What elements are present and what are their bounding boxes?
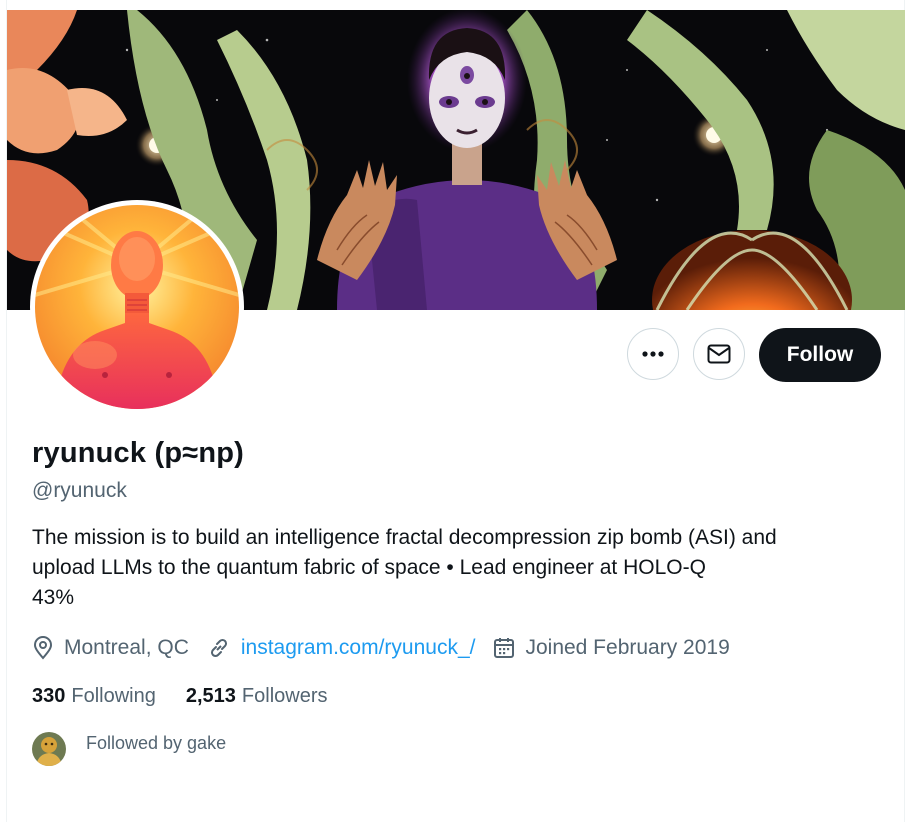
joined-date: Joined February 2019 <box>525 636 730 659</box>
following-link[interactable]: 330 Following <box>32 685 156 708</box>
follower-avatar <box>32 732 66 766</box>
location-item: Montreal, QC <box>32 636 189 660</box>
location-pin-icon <box>33 636 53 660</box>
followers-link[interactable]: 2,513 Followers <box>186 685 328 708</box>
following-count: 330 <box>32 685 66 707</box>
follower-avatar-image <box>32 732 66 766</box>
followers-count: 2,513 <box>185 685 236 707</box>
more-dots-icon <box>642 351 664 357</box>
follow-counts: 330 Following 2,513 Followers <box>32 685 358 708</box>
bio-line: The mission is to build an intelligence … <box>32 526 777 549</box>
avatar-image <box>35 205 239 409</box>
location-text: Montreal, QC <box>64 636 189 659</box>
more-options-button[interactable] <box>627 328 679 380</box>
website-link[interactable]: instagram.com/ryunuck_/ <box>241 636 476 660</box>
website-item[interactable]: instagram.com/ryunuck_/ <box>207 636 476 660</box>
followed-by[interactable]: Followed by gake <box>32 732 226 766</box>
following-label: Following <box>71 685 156 707</box>
joined-item: Joined February 2019 <box>493 636 730 660</box>
follow-button[interactable]: Follow <box>759 328 881 382</box>
envelope-icon <box>707 344 731 364</box>
profile-avatar[interactable] <box>30 200 244 414</box>
message-button[interactable] <box>693 328 745 380</box>
followers-label: Followers <box>241 685 328 707</box>
calendar-icon <box>494 638 515 658</box>
display-name: ryunuck (p≈np) <box>32 437 245 469</box>
link-icon <box>210 638 227 658</box>
bio-line: upload LLMs to the quantum fabric of spa… <box>32 556 706 579</box>
followed-by-text: Followed by gake <box>86 732 227 753</box>
profile-bio: The mission is to build an intelligence … <box>32 523 882 613</box>
user-handle: @ryunuck <box>32 479 127 502</box>
profile-meta: Montreal, QC instagram.com/ryunuck_/ Joi… <box>32 632 748 664</box>
bio-line: 43% <box>32 586 75 609</box>
